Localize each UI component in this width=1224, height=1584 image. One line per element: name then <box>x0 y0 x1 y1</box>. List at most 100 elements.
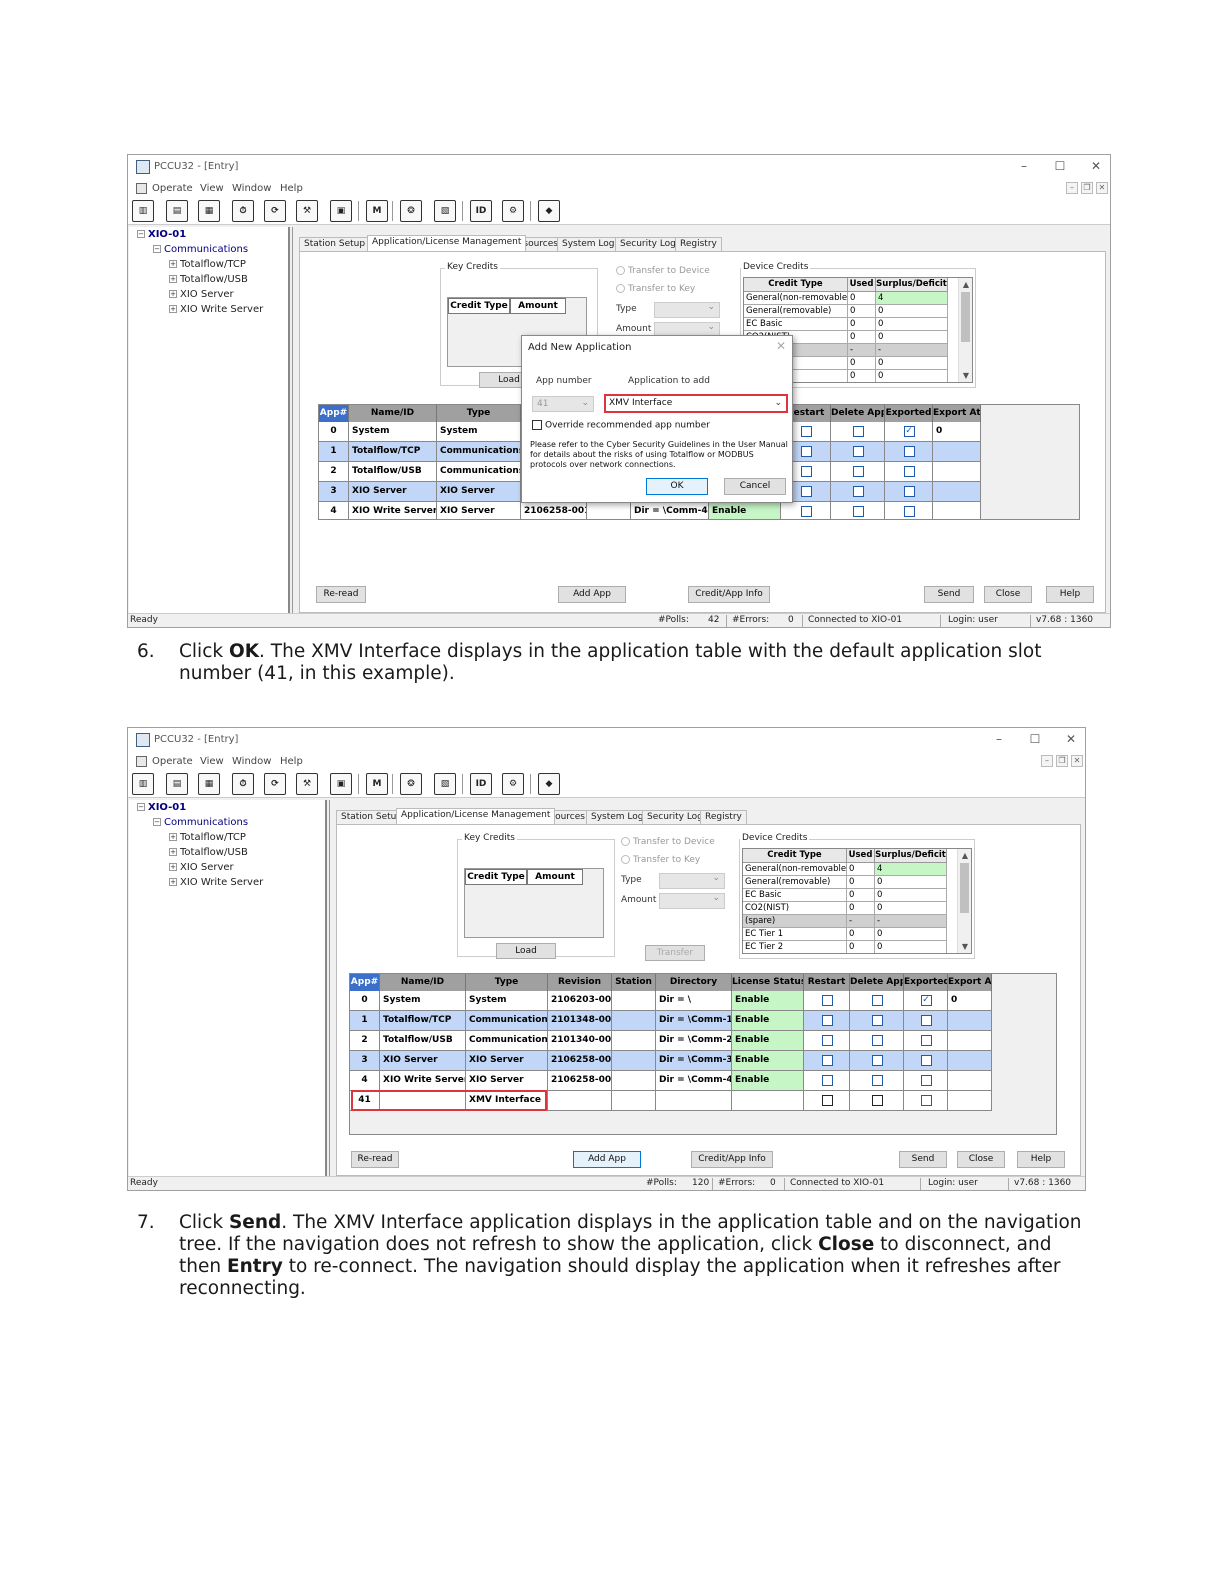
delete-checkbox[interactable] <box>850 1091 904 1111</box>
key-credits-grid[interactable]: Credit Type Amount <box>464 868 604 938</box>
device-credits-grid[interactable]: Credit Type Used Surplus/Deficit General(no… <box>742 848 972 954</box>
menu-item-operate[interactable]: Operate <box>152 183 193 194</box>
transfer-button[interactable]: Transfer <box>645 945 705 961</box>
setup-icon[interactable]: ⚙ <box>502 200 524 222</box>
tree-node-item[interactable]: + Totalflow/USB <box>169 274 248 285</box>
menu-item-view[interactable]: View <box>200 756 224 767</box>
credit-app-info-button[interactable]: Credit/App Info <box>691 1151 773 1168</box>
tab-system-log[interactable]: System Log <box>557 237 620 251</box>
collect-report-icon[interactable]: ▦ <box>198 773 220 795</box>
delete-checkbox[interactable] <box>831 462 885 482</box>
add-app-button[interactable]: Add App <box>558 586 626 603</box>
config-icon[interactable]: ❂ <box>400 200 422 222</box>
alarm-icon[interactable]: ⏱ <box>232 200 254 222</box>
tree-node-item[interactable]: + XIO Server <box>169 862 234 873</box>
tree-node-communications[interactable]: − Communications <box>153 817 248 828</box>
application-table[interactable]: App#Name/IDTypeRevisionStationDirectoryL… <box>349 973 1057 1135</box>
close-icon[interactable]: ✕ <box>1061 732 1081 746</box>
entry-icon[interactable]: ⟳ <box>264 773 286 795</box>
delete-checkbox[interactable] <box>850 1011 904 1031</box>
add-app-button[interactable]: Add App <box>573 1151 641 1168</box>
close-button[interactable]: Close <box>957 1151 1005 1168</box>
exported-checkbox[interactable] <box>885 502 933 519</box>
tree-node-root[interactable]: − XIO-01 <box>137 802 186 813</box>
help-book-icon[interactable]: ◆ <box>538 200 560 222</box>
expand-icon[interactable]: + <box>169 833 177 841</box>
maximize-icon[interactable]: ☐ <box>1050 159 1070 173</box>
restart-checkbox[interactable] <box>804 1091 850 1111</box>
app-to-add-select[interactable]: XMV Interface ⌄ <box>604 394 788 413</box>
id-icon[interactable]: ID <box>470 200 492 222</box>
tab-application-license-management[interactable]: Application/License Management <box>367 235 527 251</box>
tree-node-item[interactable]: + XIO Write Server <box>169 877 263 888</box>
mdi-minimize-icon[interactable]: – <box>1066 182 1078 194</box>
delete-checkbox[interactable] <box>850 1071 904 1091</box>
restart-checkbox[interactable] <box>804 1011 850 1031</box>
maximize-icon[interactable]: ☐ <box>1025 732 1045 746</box>
close-icon[interactable]: ✕ <box>1086 159 1106 173</box>
exported-checkbox[interactable] <box>904 1091 948 1111</box>
exported-checkbox[interactable] <box>885 442 933 462</box>
modbus-icon[interactable]: M <box>366 773 388 795</box>
mdi-restore-icon[interactable]: ❐ <box>1056 755 1068 767</box>
load-button[interactable]: Load <box>496 943 556 959</box>
delete-checkbox[interactable] <box>850 1031 904 1051</box>
scroll-down-icon[interactable]: ▼ <box>958 942 971 951</box>
radio-transfer-to-device[interactable]: Transfer to Device <box>616 266 710 276</box>
expand-icon[interactable]: + <box>169 863 177 871</box>
delete-checkbox[interactable] <box>831 442 885 462</box>
archive-icon[interactable]: ▧ <box>434 200 456 222</box>
delete-checkbox[interactable] <box>831 482 885 502</box>
tree-node-item[interactable]: + Totalflow/TCP <box>169 832 246 843</box>
setup-icon[interactable]: ⚙ <box>502 773 524 795</box>
menu-item-view[interactable]: View <box>200 183 224 194</box>
expand-icon[interactable]: + <box>169 275 177 283</box>
app-number-select[interactable]: 41 <box>532 396 594 412</box>
tree-node-item[interactable]: + Totalflow/USB <box>169 847 248 858</box>
restart-checkbox[interactable] <box>804 1031 850 1051</box>
id-icon[interactable]: ID <box>470 773 492 795</box>
station-icon[interactable]: ▥ <box>132 773 154 795</box>
restart-checkbox[interactable] <box>804 991 850 1011</box>
send-button[interactable]: Send <box>899 1151 947 1168</box>
exported-checkbox[interactable] <box>885 482 933 502</box>
collect-icon[interactable]: ▤ <box>166 773 188 795</box>
scroll-up-icon[interactable]: ▲ <box>958 851 971 860</box>
dialog-close-icon[interactable]: ✕ <box>776 339 786 353</box>
minimize-icon[interactable]: – <box>1014 159 1034 173</box>
archive-icon[interactable]: ▧ <box>434 773 456 795</box>
modbus-icon[interactable]: M <box>366 200 388 222</box>
amount-select[interactable] <box>659 893 725 909</box>
tab-system-log[interactable]: System Log <box>586 810 649 824</box>
exported-checkbox[interactable] <box>904 1011 948 1031</box>
radio-transfer-to-device[interactable]: Transfer to Device <box>621 837 715 847</box>
collapse-icon[interactable]: − <box>137 803 145 811</box>
save-icon[interactable]: ▣ <box>330 773 352 795</box>
menu-item-window[interactable]: Window <box>232 756 271 767</box>
calibrate-icon[interactable]: ⚒ <box>296 200 318 222</box>
type-select[interactable] <box>654 302 720 318</box>
scroll-thumb[interactable] <box>960 863 969 913</box>
tree-node-root[interactable]: − XIO-01 <box>137 229 186 240</box>
menu-item-help[interactable]: Help <box>280 183 303 194</box>
minimize-icon[interactable]: – <box>989 732 1009 746</box>
tab-registry[interactable]: Registry <box>675 237 722 251</box>
expand-icon[interactable]: + <box>169 290 177 298</box>
expand-icon[interactable]: + <box>169 848 177 856</box>
exported-checkbox[interactable]: ✓ <box>885 422 933 442</box>
restart-checkbox[interactable] <box>804 1071 850 1091</box>
tree-node-communications[interactable]: − Communications <box>153 244 248 255</box>
tree-node-item[interactable]: + XIO Write Server <box>169 304 263 315</box>
save-icon[interactable]: ▣ <box>330 200 352 222</box>
help-book-icon[interactable]: ◆ <box>538 773 560 795</box>
alarm-icon[interactable]: ⏱ <box>232 773 254 795</box>
menu-item-operate[interactable]: Operate <box>152 756 193 767</box>
cancel-button[interactable]: Cancel <box>724 478 786 495</box>
calibrate-icon[interactable]: ⚒ <box>296 773 318 795</box>
radio-transfer-to-key[interactable]: Transfer to Key <box>616 284 695 294</box>
ok-button[interactable]: OK <box>646 478 708 495</box>
radio-transfer-to-key[interactable]: Transfer to Key <box>621 855 700 865</box>
device-credits-scrollbar[interactable]: ▲ ▼ <box>957 849 971 953</box>
collect-report-icon[interactable]: ▦ <box>198 200 220 222</box>
mdi-close-icon[interactable]: ✕ <box>1071 755 1083 767</box>
